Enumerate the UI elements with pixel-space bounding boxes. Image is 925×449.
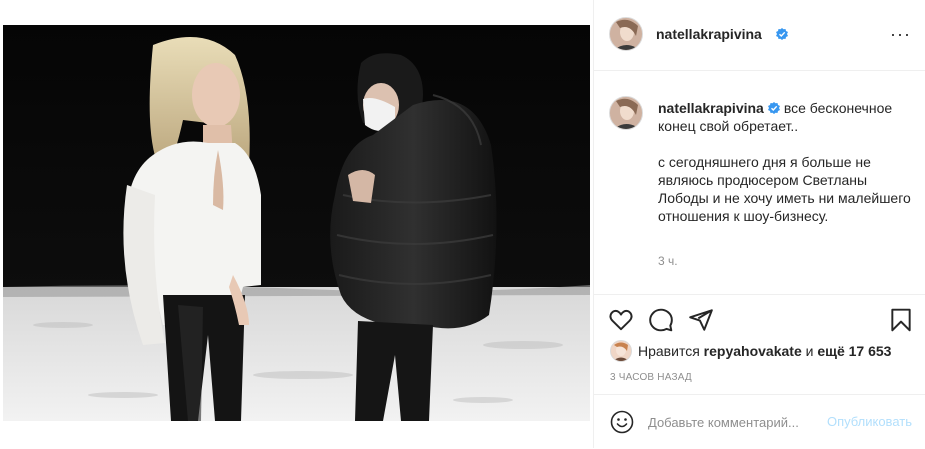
liker-username[interactable]: repyahovakate	[704, 343, 802, 359]
heart-icon[interactable]	[608, 307, 634, 333]
liker-avatar[interactable]	[610, 340, 632, 362]
caption-avatar-image	[610, 97, 642, 129]
post-media	[0, 0, 593, 448]
photo-scene	[3, 25, 590, 421]
caption-username[interactable]: natellakrapivina	[658, 100, 764, 116]
likes-and: и	[805, 343, 814, 359]
caption-body: с сегодняшнего дня я больше не являюсь п…	[658, 154, 911, 224]
caption-timestamp[interactable]: 3 ч.	[658, 254, 678, 268]
more-options-button[interactable]: ···	[890, 25, 911, 43]
author-username[interactable]: natellakrapivina	[656, 26, 762, 42]
post-photo[interactable]	[3, 25, 590, 421]
publish-button[interactable]: Опубликовать	[827, 414, 912, 429]
comment-icon[interactable]	[648, 307, 674, 333]
liker-avatar-image	[611, 341, 631, 361]
bookmark-icon[interactable]	[888, 307, 914, 333]
post-header: natellakrapivina ···	[594, 0, 925, 71]
caption-verified-icon	[767, 102, 780, 114]
post-sidebar: natellakrapivina ··· natellakrapivina вс…	[594, 0, 925, 448]
author-avatar[interactable]	[609, 17, 643, 51]
smiley-icon[interactable]	[610, 410, 634, 434]
likes-prefix: Нравится	[638, 343, 700, 359]
avatar-image	[610, 18, 642, 50]
action-bar	[594, 294, 925, 335]
caption-author-avatar[interactable]	[609, 96, 643, 130]
comment-input[interactable]	[648, 412, 818, 432]
add-comment-section: Опубликовать	[594, 394, 925, 449]
posted-ago[interactable]: 3 часов назад	[610, 372, 692, 383]
likes-text: Нравится repyahovakate и ещё 17 653	[638, 343, 891, 359]
likes-count-link[interactable]: ещё 17 653	[817, 343, 891, 359]
share-icon[interactable]	[688, 307, 714, 333]
instagram-post: natellakrapivina ··· natellakrapivina вс…	[0, 0, 925, 448]
verified-badge-icon	[776, 28, 788, 40]
comments-area: natellakrapivina все бесконечное конец с…	[594, 71, 925, 293]
caption: natellakrapivina все бесконечное конец с…	[658, 99, 912, 225]
